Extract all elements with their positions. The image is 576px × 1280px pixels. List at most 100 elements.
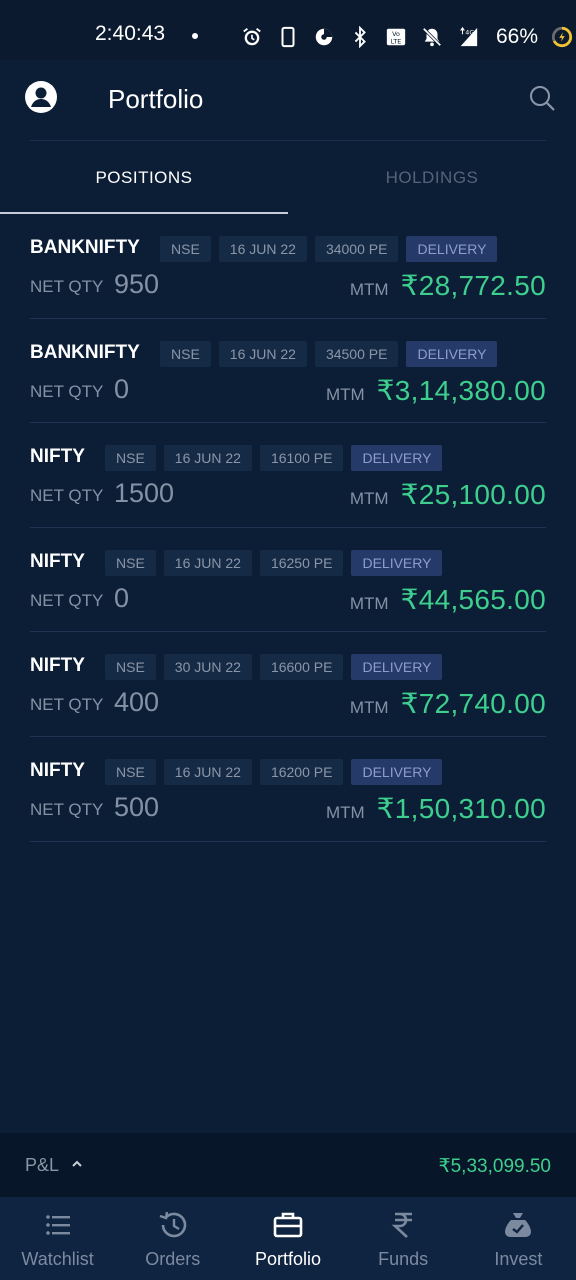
nav-orders[interactable]: Orders <box>115 1197 230 1280</box>
mtm-value: ₹3,14,380.00 <box>376 374 546 406</box>
strike-tag: 16200 PE <box>259 758 344 785</box>
nav-label: Funds <box>378 1249 429 1269</box>
mtm-value: ₹25,100.00 <box>400 479 546 511</box>
search-icon[interactable] <box>528 84 556 112</box>
position-symbol: BANKNIFTY <box>30 341 140 363</box>
mtm-label: MTM <box>325 802 365 822</box>
mtm-label: MTM <box>325 384 365 404</box>
strike-tag: 34000 PE <box>314 236 399 262</box>
pnl-bar[interactable]: P&L ₹5,33,099.50 <box>0 1133 576 1197</box>
signal-4g-icon: 4G <box>456 25 480 49</box>
phone-icon <box>276 25 300 49</box>
svg-text:4G: 4G <box>465 28 474 36</box>
positions-list: BANKNIFTY NSE 16 JUN 22 34000 PE DELIVER… <box>30 214 546 842</box>
position-symbol: NIFTY <box>30 655 85 677</box>
product-tag: DELIVERY <box>351 654 443 681</box>
expiry-tag: 30 JUN 22 <box>163 654 252 681</box>
net-qty-label: NET QTY <box>30 486 104 506</box>
strike-tag: 16250 PE <box>259 549 344 576</box>
strike-tag: 16600 PE <box>259 654 344 681</box>
mtm: MTM ₹1,50,310.00 <box>326 792 546 825</box>
position-symbol: NIFTY <box>30 446 85 468</box>
net-qty-label: NET QTY <box>30 695 104 715</box>
tab-holdings[interactable]: HOLDINGS <box>288 142 576 214</box>
mtm: MTM ₹25,100.00 <box>350 478 546 511</box>
mtm: MTM ₹44,565.00 <box>350 583 546 616</box>
product-tag: DELIVERY <box>406 236 498 262</box>
mtm-label: MTM <box>349 698 389 718</box>
exchange-tag: NSE <box>160 236 211 262</box>
position-tags: NSE 16 JUN 22 34000 PE DELIVERY <box>160 236 498 262</box>
position-row[interactable]: NIFTY NSE 16 JUN 22 16250 PE DELIVERY NE… <box>30 528 546 633</box>
expiry-tag: 16 JUN 22 <box>218 236 307 262</box>
net-qty-value: 500 <box>114 791 160 822</box>
position-row[interactable]: NIFTY NSE 16 JUN 22 16100 PE DELIVERY NE… <box>30 423 546 528</box>
mtm-label: MTM <box>349 280 389 299</box>
mtm-label: MTM <box>349 593 389 613</box>
expiry-tag: 16 JUN 22 <box>163 549 252 576</box>
header-divider <box>30 140 546 141</box>
expiry-tag: 16 JUN 22 <box>163 758 252 785</box>
app-bar: Portfolio <box>0 60 576 140</box>
pnl-label: P&L <box>25 1155 60 1175</box>
mtm: MTM ₹3,14,380.00 <box>326 374 546 407</box>
expiry-tag: 16 JUN 22 <box>163 445 252 472</box>
profile-avatar-icon[interactable] <box>24 80 58 114</box>
mtm-value: ₹44,565.00 <box>400 583 546 615</box>
nav-funds[interactable]: Funds <box>346 1197 461 1280</box>
position-row[interactable]: NIFTY NSE 30 JUN 22 16600 PE DELIVERY NE… <box>30 632 546 737</box>
product-tag: DELIVERY <box>351 445 443 472</box>
strike-tag: 34500 PE <box>314 340 399 367</box>
nav-invest[interactable]: Invest <box>461 1197 576 1280</box>
battery-icon <box>550 25 574 49</box>
position-symbol: NIFTY <box>30 550 85 572</box>
bluetooth-icon <box>348 25 372 49</box>
exchange-tag: NSE <box>160 340 211 367</box>
nav-label: Portfolio <box>254 1249 321 1269</box>
pnl-value: ₹5,33,099.50 <box>438 1156 551 1177</box>
money-bag-icon <box>505 1213 532 1237</box>
position-row[interactable]: BANKNIFTY NSE 16 JUN 22 34000 PE DELIVER… <box>30 214 546 319</box>
exchange-tag: NSE <box>105 549 156 576</box>
notification-dot <box>192 33 198 39</box>
net-qty-value: 0 <box>114 373 130 404</box>
data-saver-icon <box>312 25 336 49</box>
svg-text:LTE: LTE <box>391 37 402 45</box>
product-tag: DELIVERY <box>351 758 443 785</box>
mtm: MTM ₹28,772.50 <box>350 269 546 302</box>
volte-icon: Vo LTE <box>384 25 408 49</box>
alarm-icon <box>240 25 264 49</box>
chevron-up-icon[interactable] <box>70 1157 84 1171</box>
mtm: MTM ₹72,740.00 <box>350 687 546 720</box>
nav-label: Watchlist <box>21 1249 94 1269</box>
position-row[interactable]: NIFTY NSE 16 JUN 22 16200 PE DELIVERY NE… <box>30 737 546 842</box>
status-bar: 2:40:43 Vo LTE 4G 66% <box>0 0 576 60</box>
exchange-tag: NSE <box>105 445 156 472</box>
nav-portfolio[interactable]: Portfolio <box>230 1197 345 1280</box>
bottom-nav: Watchlist Orders Portfolio Funds Invest <box>0 1197 576 1280</box>
position-tags: NSE 16 JUN 22 16200 PE DELIVERY <box>105 758 443 785</box>
battery-percent: 66% <box>496 25 539 48</box>
nav-watchlist[interactable]: Watchlist <box>0 1197 115 1280</box>
product-tag: DELIVERY <box>406 340 498 367</box>
product-tag: DELIVERY <box>351 549 443 576</box>
nav-label: Orders <box>145 1249 201 1269</box>
mtm-label: MTM <box>349 489 389 509</box>
position-row[interactable]: BANKNIFTY NSE 16 JUN 22 34500 PE DELIVER… <box>30 319 546 424</box>
nav-label: Invest <box>494 1249 543 1269</box>
mtm-value: ₹28,772.50 <box>400 270 546 301</box>
mtm-value: ₹72,740.00 <box>400 688 546 720</box>
exchange-tag: NSE <box>105 758 156 785</box>
net-qty-value: 400 <box>114 687 160 718</box>
expiry-tag: 16 JUN 22 <box>218 340 307 367</box>
status-icons: Vo LTE 4G 66% <box>240 22 574 52</box>
strike-tag: 16100 PE <box>259 445 344 472</box>
history-icon <box>159 1211 187 1238</box>
tab-positions[interactable]: POSITIONS <box>0 142 288 214</box>
position-symbol: NIFTY <box>30 759 85 781</box>
net-qty-value: 1500 <box>114 478 175 509</box>
net-qty-label: NET QTY <box>30 381 104 401</box>
net-qty-label: NET QTY <box>30 799 104 819</box>
portfolio-tabs: POSITIONS HOLDINGS <box>0 142 576 214</box>
rupee-icon <box>391 1212 413 1238</box>
